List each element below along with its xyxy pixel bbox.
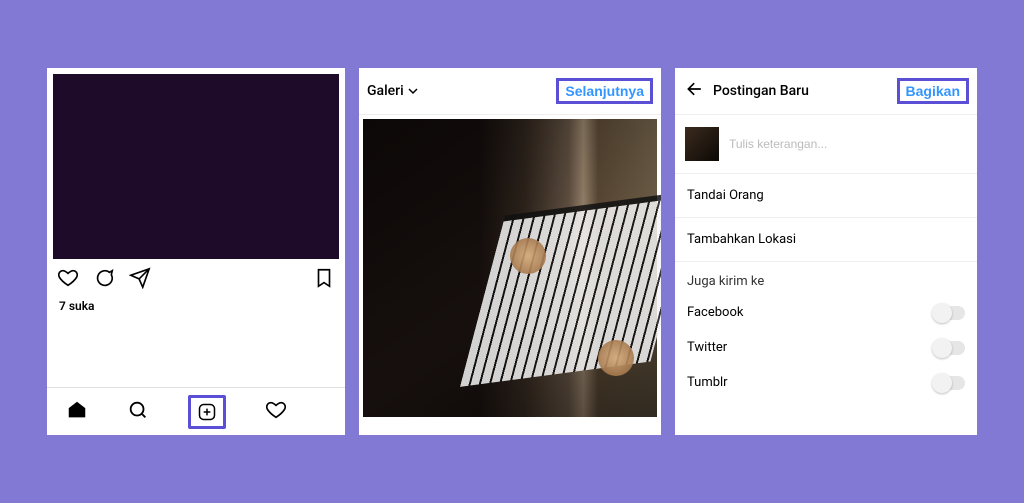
new-post-title: Postingan Baru — [713, 83, 809, 99]
heart-icon — [57, 267, 79, 289]
new-post-panel: Postingan Baru Bagikan Tandai Orang Tamb… — [675, 68, 977, 435]
gallery-panel: Galeri Selanjutnya — [359, 68, 661, 435]
tab-activity[interactable] — [265, 399, 287, 425]
post-actions-bar — [47, 259, 345, 297]
comment-button[interactable] — [93, 267, 115, 293]
gallery-header: Galeri Selanjutnya — [359, 68, 661, 115]
arrow-left-icon — [685, 79, 705, 99]
caret-down-icon — [408, 86, 418, 96]
tag-people-item[interactable]: Tandai Orang — [675, 174, 977, 218]
back-button[interactable] — [683, 79, 713, 103]
share-target-label: Twitter — [687, 340, 727, 355]
send-icon — [129, 267, 151, 289]
tab-add-post[interactable] — [188, 395, 226, 429]
share-row-facebook: Facebook — [675, 295, 977, 330]
tab-search[interactable] — [127, 399, 149, 425]
bottom-nav — [47, 387, 345, 435]
selected-media-preview[interactable] — [363, 119, 657, 417]
search-icon — [127, 399, 149, 421]
share-row-twitter: Twitter — [675, 330, 977, 365]
add-location-item[interactable]: Tambahkan Lokasi — [675, 218, 977, 262]
post-media[interactable] — [53, 74, 339, 259]
plus-square-icon — [197, 402, 217, 422]
share-target-label: Facebook — [687, 305, 743, 320]
share-button[interactable] — [129, 267, 151, 293]
gallery-source-label: Galeri — [367, 83, 404, 99]
heart-icon — [265, 399, 287, 421]
feed-panel: 7 suka — [47, 68, 345, 435]
like-button[interactable] — [57, 267, 79, 293]
save-button[interactable] — [313, 267, 335, 293]
share-button[interactable]: Bagikan — [897, 78, 969, 104]
toggle-facebook[interactable] — [933, 306, 965, 320]
comment-icon — [93, 267, 115, 289]
share-row-tumblr: Tumblr — [675, 365, 977, 400]
caption-input[interactable] — [729, 137, 967, 151]
next-button[interactable]: Selanjutnya — [556, 78, 653, 104]
toggle-tumblr[interactable] — [933, 376, 965, 390]
likes-count[interactable]: 7 suka — [47, 297, 345, 315]
also-send-label: Juga kirim ke — [675, 262, 977, 295]
home-icon — [66, 399, 88, 421]
toggle-twitter[interactable] — [933, 341, 965, 355]
new-post-header: Postingan Baru Bagikan — [675, 68, 977, 115]
share-target-label: Tumblr — [687, 375, 728, 390]
caption-row — [675, 115, 977, 174]
post-thumbnail[interactable] — [685, 127, 719, 161]
hand-illustration — [510, 238, 546, 274]
tab-home[interactable] — [66, 399, 88, 425]
bookmark-icon — [313, 267, 335, 289]
gallery-source-dropdown[interactable]: Galeri — [367, 83, 418, 99]
hand-illustration — [598, 340, 634, 376]
